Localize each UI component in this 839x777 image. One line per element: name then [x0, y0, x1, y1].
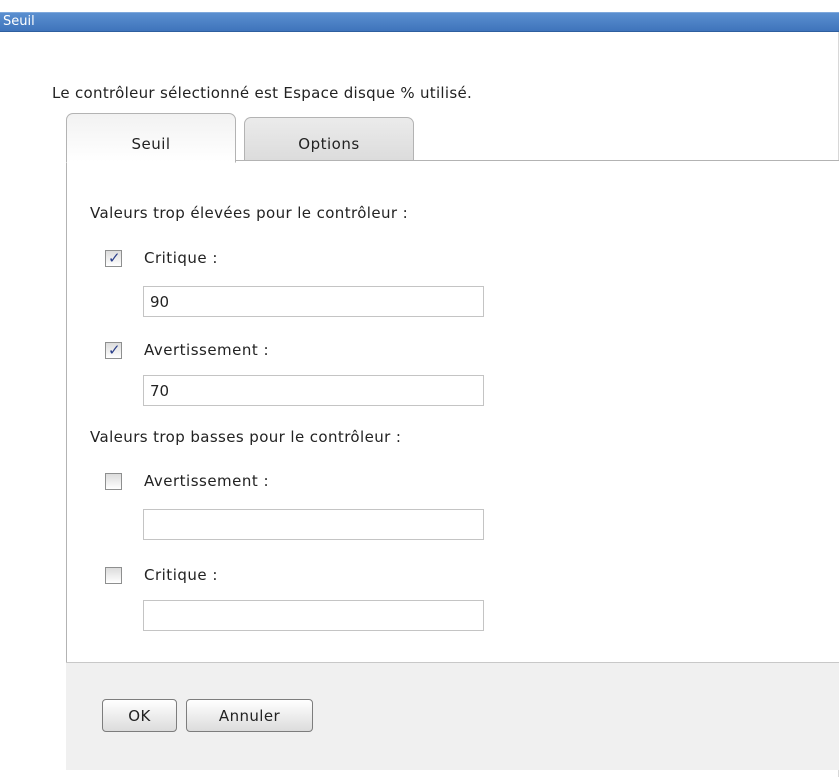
window-title: Seuil — [3, 14, 35, 29]
low-warning-row: Avertissement : — [105, 471, 269, 491]
checkmark-icon: ✓ — [108, 340, 121, 359]
ok-button[interactable]: OK — [102, 699, 177, 732]
checkmark-icon: ✓ — [108, 248, 121, 267]
high-values-heading: Valeurs trop élevées pour le contrôleur … — [90, 204, 409, 222]
high-critical-label: Critique : — [144, 249, 218, 267]
threshold-dialog: Seuil Le contrôleur sélectionné est Espa… — [0, 0, 839, 777]
high-critical-row: ✓ Critique : — [105, 248, 218, 268]
high-warning-label: Avertissement : — [144, 341, 270, 359]
low-critical-checkbox[interactable] — [105, 566, 122, 584]
low-warning-input[interactable] — [143, 509, 484, 540]
low-critical-row: Critique : — [105, 565, 218, 585]
low-values-heading: Valeurs trop basses pour le contrôleur : — [90, 428, 402, 446]
dialog-footer — [66, 662, 839, 770]
high-warning-input[interactable] — [143, 375, 484, 406]
title-bar[interactable]: Seuil — [0, 12, 839, 32]
selected-monitor-text: Le contrôleur sélectionné est Espace dis… — [52, 84, 473, 102]
tab-seuil[interactable]: Seuil — [66, 113, 236, 163]
low-critical-label: Critique : — [144, 566, 218, 584]
high-warning-checkbox[interactable]: ✓ — [105, 340, 122, 359]
tab-options[interactable]: Options — [244, 117, 414, 160]
low-warning-checkbox[interactable] — [105, 472, 122, 490]
low-warning-label: Avertissement : — [144, 472, 270, 490]
low-critical-input[interactable] — [143, 600, 484, 631]
high-critical-checkbox[interactable]: ✓ — [105, 248, 122, 267]
high-warning-row: ✓ Avertissement : — [105, 340, 269, 360]
high-critical-input[interactable] — [143, 286, 484, 317]
cancel-button[interactable]: Annuler — [186, 699, 313, 732]
